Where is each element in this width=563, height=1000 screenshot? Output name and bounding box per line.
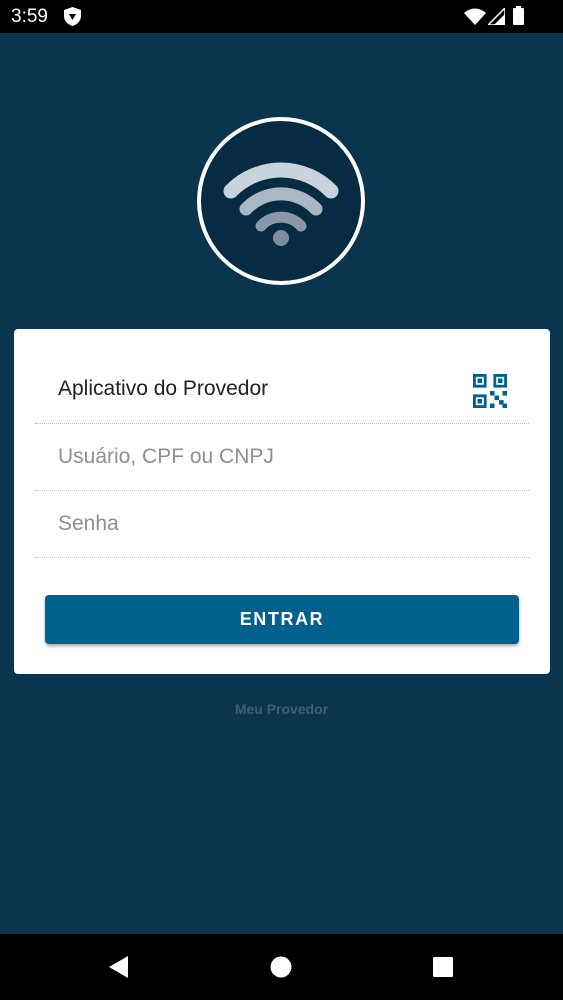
enter-button[interactable]: ENTRAR: [45, 595, 519, 644]
user-input[interactable]: [58, 442, 518, 472]
password-input[interactable]: [58, 509, 518, 539]
app-content: Aplicativo do Provedor Usuário, CPF ou C…: [0, 33, 563, 934]
wifi-logo-icon: [223, 162, 339, 246]
back-icon[interactable]: [106, 954, 132, 980]
status-time: 3:59: [11, 6, 48, 27]
qr-code-icon[interactable]: [473, 374, 507, 408]
password-field-container: [35, 491, 529, 558]
battery-icon: [513, 6, 524, 25]
status-bar: 3:59: [0, 0, 563, 33]
recents-icon[interactable]: [430, 954, 456, 980]
signal-icon: [488, 8, 505, 25]
provider-logo: [197, 117, 365, 285]
home-icon[interactable]: [268, 954, 294, 980]
provider-row: Aplicativo do Provedor: [35, 329, 529, 424]
shield-icon: [64, 7, 81, 26]
login-card: Aplicativo do Provedor Usuário, CPF ou C…: [14, 329, 550, 674]
wifi-icon: [464, 8, 486, 25]
provider-name: Aplicativo do Provedor: [58, 377, 269, 400]
user-field-container: [35, 424, 529, 491]
footer-provider-link[interactable]: Meu Provedor: [0, 700, 563, 718]
navigation-bar: [0, 934, 563, 1000]
